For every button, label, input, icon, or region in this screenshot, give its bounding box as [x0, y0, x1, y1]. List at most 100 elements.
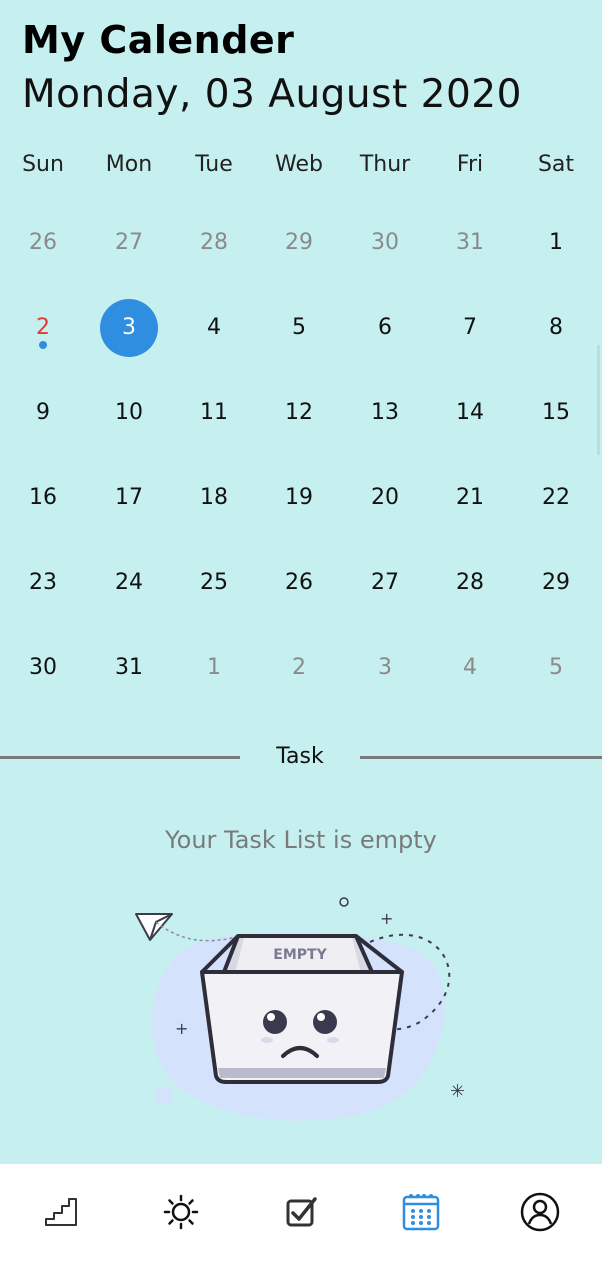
calendar-day-label: 25 — [200, 570, 228, 595]
calendar-day-label: 19 — [285, 485, 313, 510]
calendar-grid: 26 27 28 29 30 31 1 2 3 4 5 6 7 8 9 10 11 12 13 14 15 16 17 18 1… — [0, 200, 602, 710]
calendar-day-label: 20 — [371, 485, 399, 510]
calendar-day-cell[interactable]: 18 — [171, 455, 257, 540]
calendar-day-cell[interactable]: 30 — [0, 625, 86, 710]
calendar-day-cell[interactable]: 28 — [171, 200, 257, 285]
calendar-day-cell[interactable]: 9 — [0, 370, 86, 455]
calendar-day-label: 27 — [371, 570, 399, 595]
calendar-day-label: 28 — [456, 570, 484, 595]
calendar-day-label: 4 — [207, 315, 221, 340]
calendar-day-label: 22 — [542, 485, 570, 510]
calendar-day-cell[interactable]: 12 — [256, 370, 342, 455]
calendar-day-cell[interactable]: 4 — [171, 285, 257, 370]
svg-text:+: + — [380, 909, 393, 928]
svg-text:+: + — [175, 1019, 188, 1038]
calendar-day-label: 28 — [200, 230, 228, 255]
calendar-day-label: 9 — [36, 400, 50, 425]
calendar-day-label: 26 — [29, 230, 57, 255]
weekday-sat: Sat — [537, 152, 575, 177]
calendar-day-label: 31 — [115, 655, 143, 680]
nav-tasks[interactable] — [277, 1188, 325, 1236]
calendar-day-cell[interactable]: 7 — [427, 285, 513, 370]
calendar-day-cell[interactable]: 14 — [427, 370, 513, 455]
calendar-day-label: 15 — [542, 400, 570, 425]
nav-progress[interactable] — [37, 1188, 85, 1236]
calendar-day-cell[interactable]: 10 — [86, 370, 172, 455]
calendar-day-cell[interactable]: 29 — [513, 540, 599, 625]
weekday-thu: Thur — [359, 152, 411, 177]
calendar-day-cell[interactable]: 28 — [427, 540, 513, 625]
calendar-day-cell[interactable]: 25 — [171, 540, 257, 625]
calendar-day-label: 26 — [285, 570, 313, 595]
calendar-day-cell[interactable]: 2 — [0, 285, 86, 370]
calendar-day-cell[interactable]: 26 — [256, 540, 342, 625]
scrollbar[interactable] — [597, 345, 600, 455]
nav-weather[interactable] — [157, 1188, 205, 1236]
calendar-day-cell[interactable]: 5 — [513, 625, 599, 710]
calendar-day-cell[interactable]: 2 — [256, 625, 342, 710]
weekday-sun: Sun — [22, 152, 64, 177]
calendar-day-label: 1 — [549, 230, 563, 255]
nav-profile[interactable] — [516, 1188, 564, 1236]
calendar-day-cell[interactable]: 17 — [86, 455, 172, 540]
task-divider-left — [0, 756, 240, 759]
calendar-day-cell[interactable]: 22 — [513, 455, 599, 540]
calendar-day-cell[interactable]: 21 — [427, 455, 513, 540]
bottom-navigation — [0, 1164, 602, 1261]
app-screen: My Calender Monday, 03 August 2020 Sun M… — [0, 0, 602, 1261]
calendar-day-cell[interactable]: 30 — [342, 200, 428, 285]
calendar-day-cell[interactable]: 27 — [86, 200, 172, 285]
weekday-mon: Mon — [105, 152, 153, 177]
calendar-day-cell[interactable]: 1 — [513, 200, 599, 285]
calendar-day-selected[interactable]: 3 — [86, 285, 172, 370]
calendar-day-label: 12 — [285, 400, 313, 425]
checkbox-icon — [286, 1197, 317, 1227]
calendar-day-cell[interactable]: 31 — [427, 200, 513, 285]
svg-text:✳: ✳ — [450, 1081, 465, 1102]
calendar-day-cell[interactable]: 16 — [0, 455, 86, 540]
page-title: My Calender — [22, 18, 295, 62]
calendar-day-label: 3 — [378, 655, 392, 680]
calendar-day-cell[interactable]: 20 — [342, 455, 428, 540]
weekday-wed: Web — [275, 152, 323, 177]
task-section-label: Task — [276, 744, 324, 769]
calendar-day-cell[interactable]: 15 — [513, 370, 599, 455]
calendar-day-label: 17 — [115, 485, 143, 510]
calendar-day-cell[interactable]: 27 — [342, 540, 428, 625]
calendar-day-cell[interactable]: 19 — [256, 455, 342, 540]
sun-icon — [163, 1194, 199, 1230]
calendar-day-cell[interactable]: 6 — [342, 285, 428, 370]
calendar-day-cell[interactable]: 4 — [427, 625, 513, 710]
calendar-day-label: 2 — [292, 655, 306, 680]
empty-box-illustration: + + ✳ EMPTY — [120, 892, 480, 1132]
calendar-day-label: 30 — [371, 230, 399, 255]
stairs-icon — [45, 1198, 77, 1226]
calendar-day-cell[interactable]: 8 — [513, 285, 599, 370]
calendar-day-cell[interactable]: 23 — [0, 540, 86, 625]
calendar-day-cell[interactable]: 24 — [86, 540, 172, 625]
weekday-fri: Fri — [456, 152, 484, 177]
task-divider-right — [360, 756, 602, 759]
calendar-day-label: 23 — [29, 570, 57, 595]
calendar-day-label: 4 — [463, 655, 477, 680]
profile-icon — [520, 1192, 560, 1232]
empty-task-message: Your Task List is empty — [165, 826, 437, 854]
calendar-day-label: 27 — [115, 230, 143, 255]
calendar-day-cell[interactable]: 29 — [256, 200, 342, 285]
calendar-day-label: 29 — [542, 570, 570, 595]
calendar-day-label: 1 — [207, 655, 221, 680]
calendar-day-cell[interactable]: 31 — [86, 625, 172, 710]
calendar-day-label: 2 — [14, 299, 72, 357]
nav-calendar[interactable] — [397, 1188, 445, 1236]
calendar-day-cell[interactable]: 1 — [171, 625, 257, 710]
calendar-day-cell[interactable]: 26 — [0, 200, 86, 285]
calendar-day-cell[interactable]: 11 — [171, 370, 257, 455]
calendar-day-cell[interactable]: 3 — [342, 625, 428, 710]
calendar-day-label: 21 — [456, 485, 484, 510]
calendar-day-cell[interactable]: 13 — [342, 370, 428, 455]
calendar-day-cell[interactable]: 5 — [256, 285, 342, 370]
calendar-day-label: 10 — [115, 400, 143, 425]
calendar-day-label: 14 — [456, 400, 484, 425]
calendar-day-label: 11 — [200, 400, 228, 425]
calendar-day-label: 5 — [292, 315, 306, 340]
